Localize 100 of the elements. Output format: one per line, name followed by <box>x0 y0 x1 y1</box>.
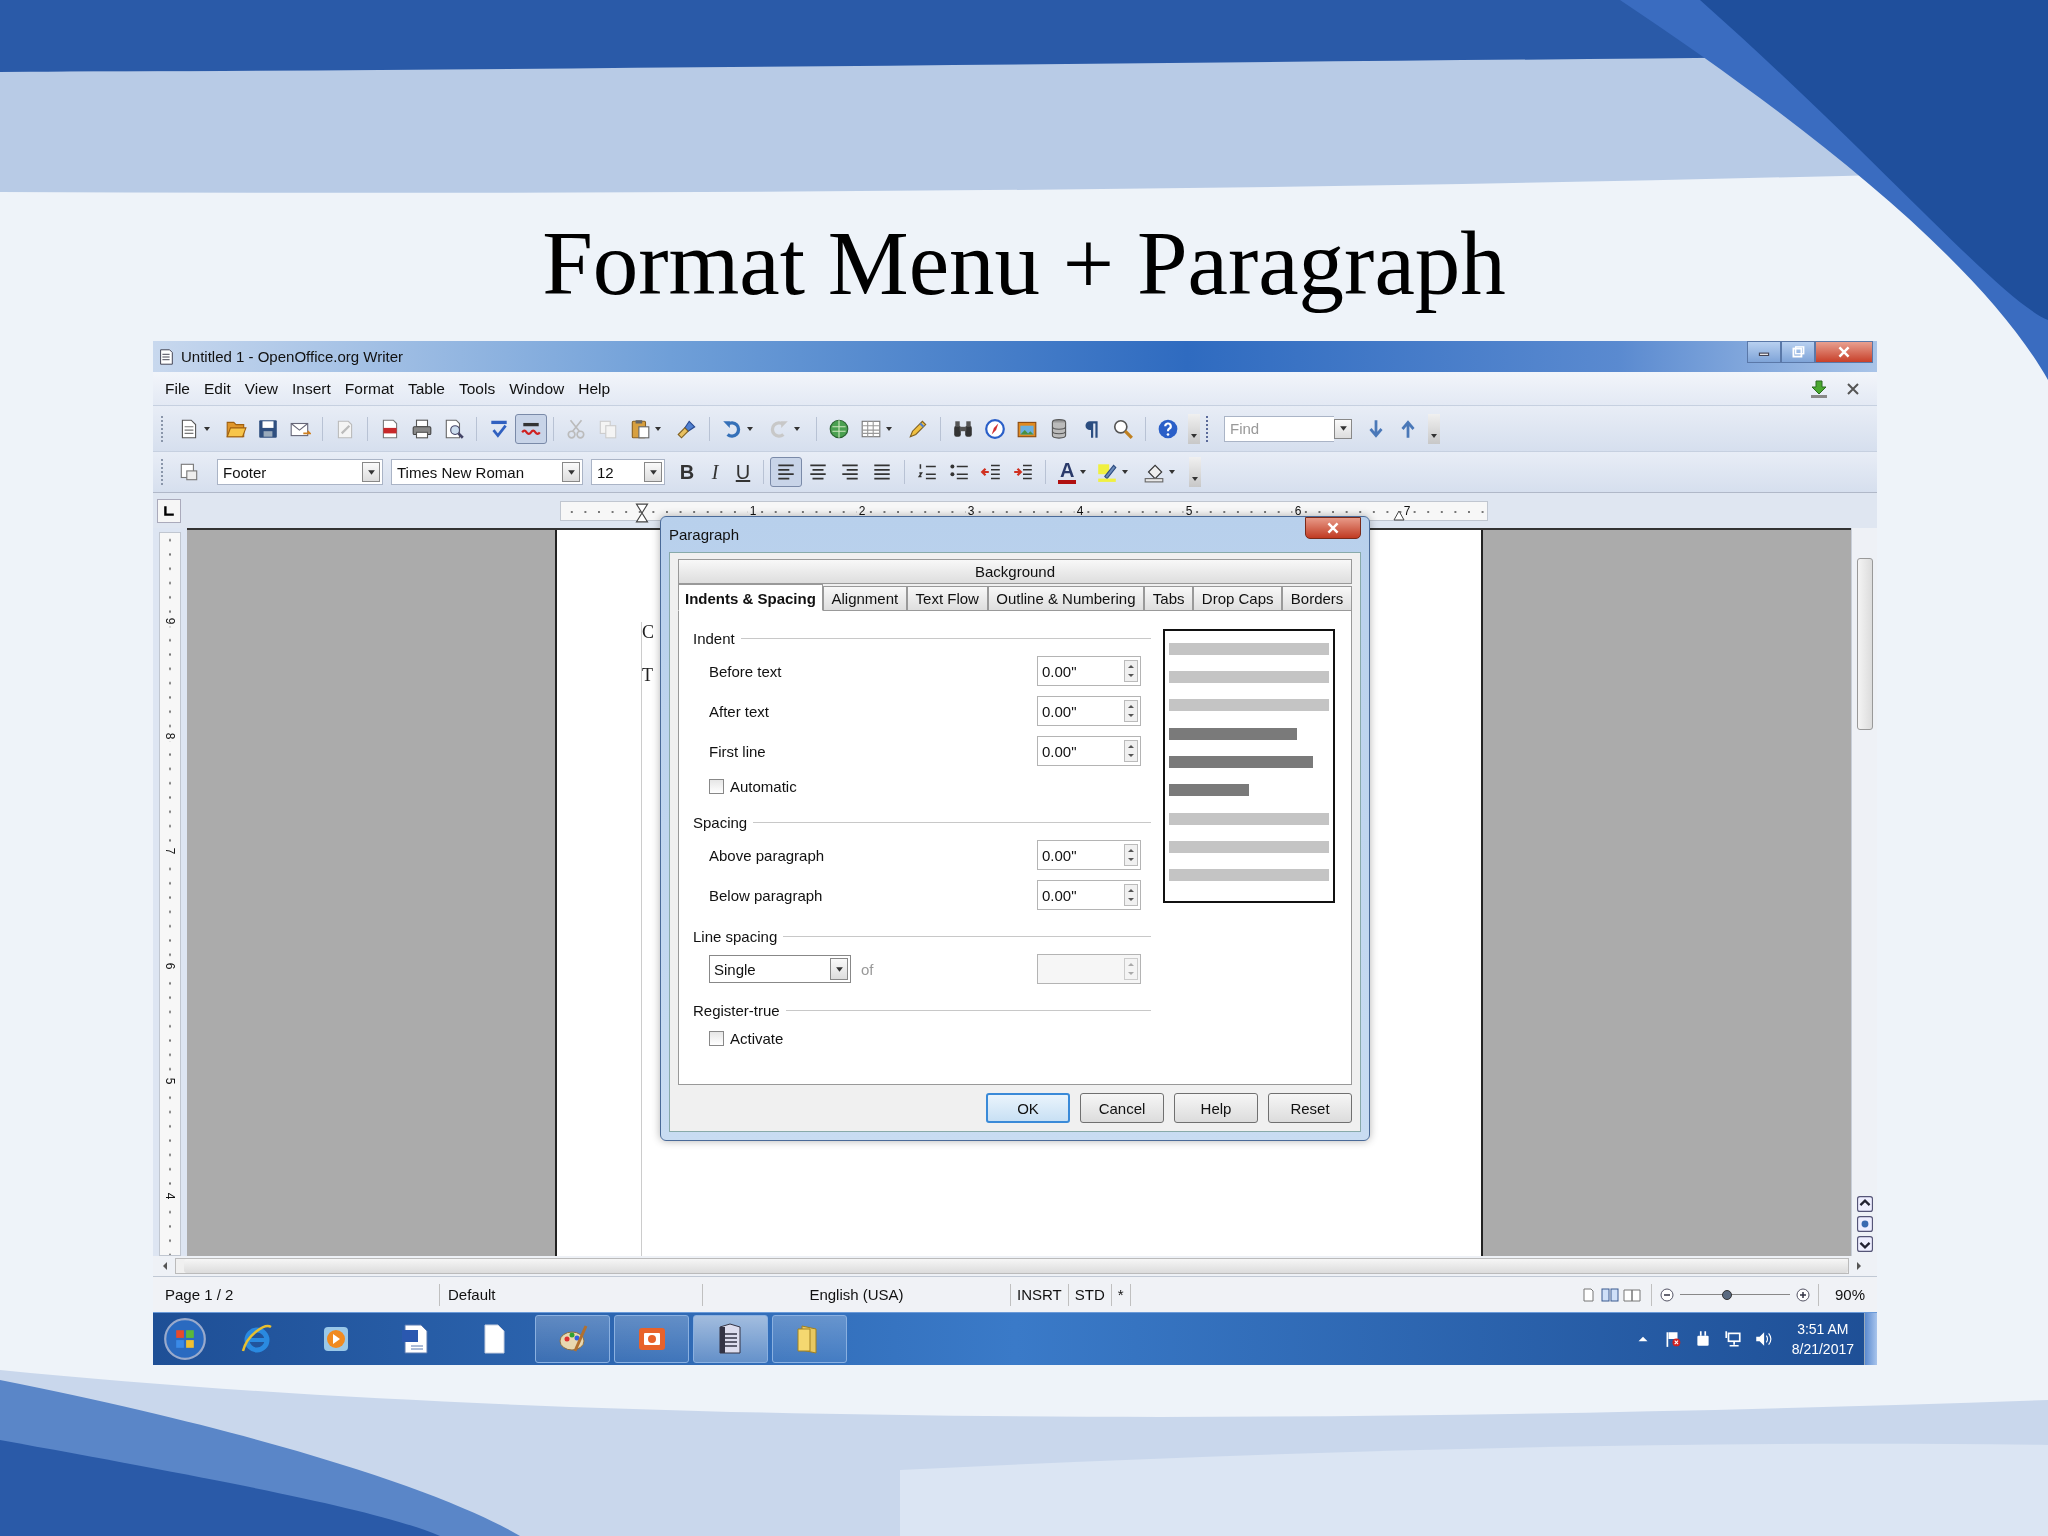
spin-arrows-icon[interactable] <box>1124 843 1138 867</box>
text-style-button[interactable]: B <box>673 457 701 487</box>
taskbar-button[interactable] <box>693 1315 768 1363</box>
insert-mode[interactable]: INSRT <box>1011 1283 1069 1306</box>
spin-arrows-icon[interactable] <box>1124 739 1138 763</box>
start-button[interactable] <box>163 1317 207 1361</box>
caret-icon[interactable] <box>203 424 211 433</box>
font-size-box[interactable]: 12 <box>591 459 665 485</box>
dialog-tab[interactable]: Tabs <box>1144 586 1194 611</box>
scroll-right-icon[interactable] <box>1855 1261 1863 1271</box>
checkbox[interactable] <box>709 778 724 794</box>
dialog-tab[interactable]: Background <box>678 559 1352 584</box>
previous-page-icon[interactable] <box>1856 1196 1873 1212</box>
dialog-button[interactable]: OK <box>986 1093 1070 1123</box>
dialog-button[interactable]: Reset <box>1268 1093 1352 1123</box>
globe-icon[interactable] <box>828 417 850 440</box>
printer-icon[interactable] <box>411 417 433 440</box>
network-icon[interactable] <box>1723 1330 1742 1348</box>
zoom-icon[interactable] <box>1112 417 1134 440</box>
font-color-button[interactable]: A <box>1058 460 1077 484</box>
page-preview-icon[interactable] <box>443 417 465 440</box>
help-icon[interactable] <box>1157 417 1179 440</box>
clock-date[interactable]: 8/21/2017 <box>1791 1339 1854 1359</box>
two-page-view-icon[interactable] <box>1600 1286 1619 1303</box>
scroll-left-icon[interactable] <box>161 1261 169 1271</box>
next-page-icon[interactable] <box>1856 1236 1873 1252</box>
caret-icon[interactable] <box>366 467 376 477</box>
spin-field[interactable] <box>1037 954 1141 984</box>
zoom-in-icon[interactable] <box>1795 1287 1810 1302</box>
close-button[interactable] <box>1305 517 1361 539</box>
dialog-tab[interactable]: Alignment <box>822 586 907 611</box>
restore-button[interactable] <box>1781 341 1815 363</box>
styles-icon[interactable] <box>178 461 200 483</box>
clock-time[interactable]: 3:51 AM <box>1797 1319 1849 1339</box>
toolbar-overflow-button[interactable] <box>1189 457 1202 487</box>
text-style-button[interactable]: I <box>701 457 729 487</box>
field-label: After text <box>709 702 770 720</box>
taskbar-button[interactable] <box>614 1315 689 1363</box>
toolbar-overflow-button[interactable] <box>1188 413 1200 444</box>
book-view-icon[interactable] <box>1622 1286 1641 1303</box>
spin-arrows-icon[interactable] <box>1124 883 1138 907</box>
caret-icon[interactable] <box>566 467 576 477</box>
menu-item[interactable]: Window <box>503 379 573 398</box>
alignment-button[interactable] <box>770 457 802 487</box>
slider-thumb[interactable] <box>1722 1289 1733 1300</box>
spin-field[interactable]: 0.00" <box>1037 656 1141 686</box>
autospell-button[interactable] <box>515 413 547 444</box>
spin-field[interactable]: 0.00" <box>1037 696 1141 726</box>
menu-item[interactable]: Edit <box>198 379 239 398</box>
caret-icon[interactable] <box>648 467 658 477</box>
dialog-tab[interactable]: Borders <box>1282 586 1353 611</box>
paragraph-style-box[interactable]: Footer <box>217 459 383 485</box>
font-name-box[interactable]: Times New Roman <box>391 459 583 485</box>
spin-field[interactable]: 0.00" <box>1037 736 1141 766</box>
dialog-tab[interactable]: Indents & Spacing <box>678 584 823 611</box>
menu-item[interactable]: Insert <box>286 379 339 398</box>
pencil-icon[interactable] <box>907 417 929 440</box>
spin-field[interactable]: 0.00" <box>1037 880 1141 910</box>
compass-icon[interactable] <box>984 417 1006 440</box>
caret-icon[interactable] <box>1168 468 1177 476</box>
download-arrow-icon[interactable] <box>1809 378 1829 399</box>
caret-icon[interactable] <box>1079 468 1088 476</box>
menu-item[interactable]: Help <box>572 379 619 398</box>
indent-marker-icon[interactable] <box>635 502 649 523</box>
dialog-tab[interactable]: Drop Caps <box>1193 586 1283 611</box>
find-field[interactable]: Find <box>1224 415 1334 442</box>
selection-mode[interactable]: STD <box>1068 1283 1112 1306</box>
caret-icon[interactable] <box>1121 468 1130 476</box>
dialog-button[interactable]: Help <box>1174 1093 1258 1123</box>
caret-icon[interactable] <box>746 424 754 433</box>
caret-icon[interactable] <box>834 964 844 974</box>
caret-icon[interactable] <box>654 424 662 433</box>
spin-arrows-icon[interactable] <box>1124 699 1138 723</box>
clipboard-icon[interactable] <box>629 417 651 440</box>
checkbox[interactable] <box>709 1030 724 1046</box>
close-button[interactable] <box>1815 341 1873 363</box>
zoom-out-icon[interactable] <box>1659 1287 1674 1302</box>
caret-icon <box>1430 431 1438 440</box>
dialog-tab[interactable]: Outline & Numbering <box>987 586 1145 611</box>
navigation-icon[interactable] <box>1856 1216 1873 1232</box>
text-style-button[interactable]: U <box>729 457 757 487</box>
menu-item[interactable]: Tools <box>452 379 504 398</box>
dialog-button[interactable]: Cancel <box>1080 1093 1164 1123</box>
menu-item[interactable]: Format <box>338 379 402 398</box>
tab-stop-icon[interactable] <box>157 498 181 523</box>
dropdown-button[interactable] <box>1334 418 1352 439</box>
speaker-icon[interactable] <box>1753 1330 1772 1348</box>
menu-item[interactable]: View <box>238 379 287 398</box>
toolbar-overflow-button[interactable] <box>1428 413 1440 444</box>
spin-field[interactable]: 0.00" <box>1037 840 1141 870</box>
caret-icon[interactable] <box>885 424 893 433</box>
highlighter-icon[interactable] <box>1096 461 1119 483</box>
menu-item[interactable]: File <box>159 379 198 398</box>
spin-arrows-icon[interactable] <box>1124 659 1138 683</box>
minimize-button[interactable] <box>1747 341 1781 363</box>
zoom-level[interactable]: 90% <box>1826 1283 1877 1306</box>
scrollbar-thumb[interactable] <box>1856 558 1873 730</box>
menu-item[interactable]: Table <box>401 379 453 398</box>
caret-icon[interactable] <box>793 424 801 433</box>
dialog-tab[interactable]: Text Flow <box>906 586 988 611</box>
